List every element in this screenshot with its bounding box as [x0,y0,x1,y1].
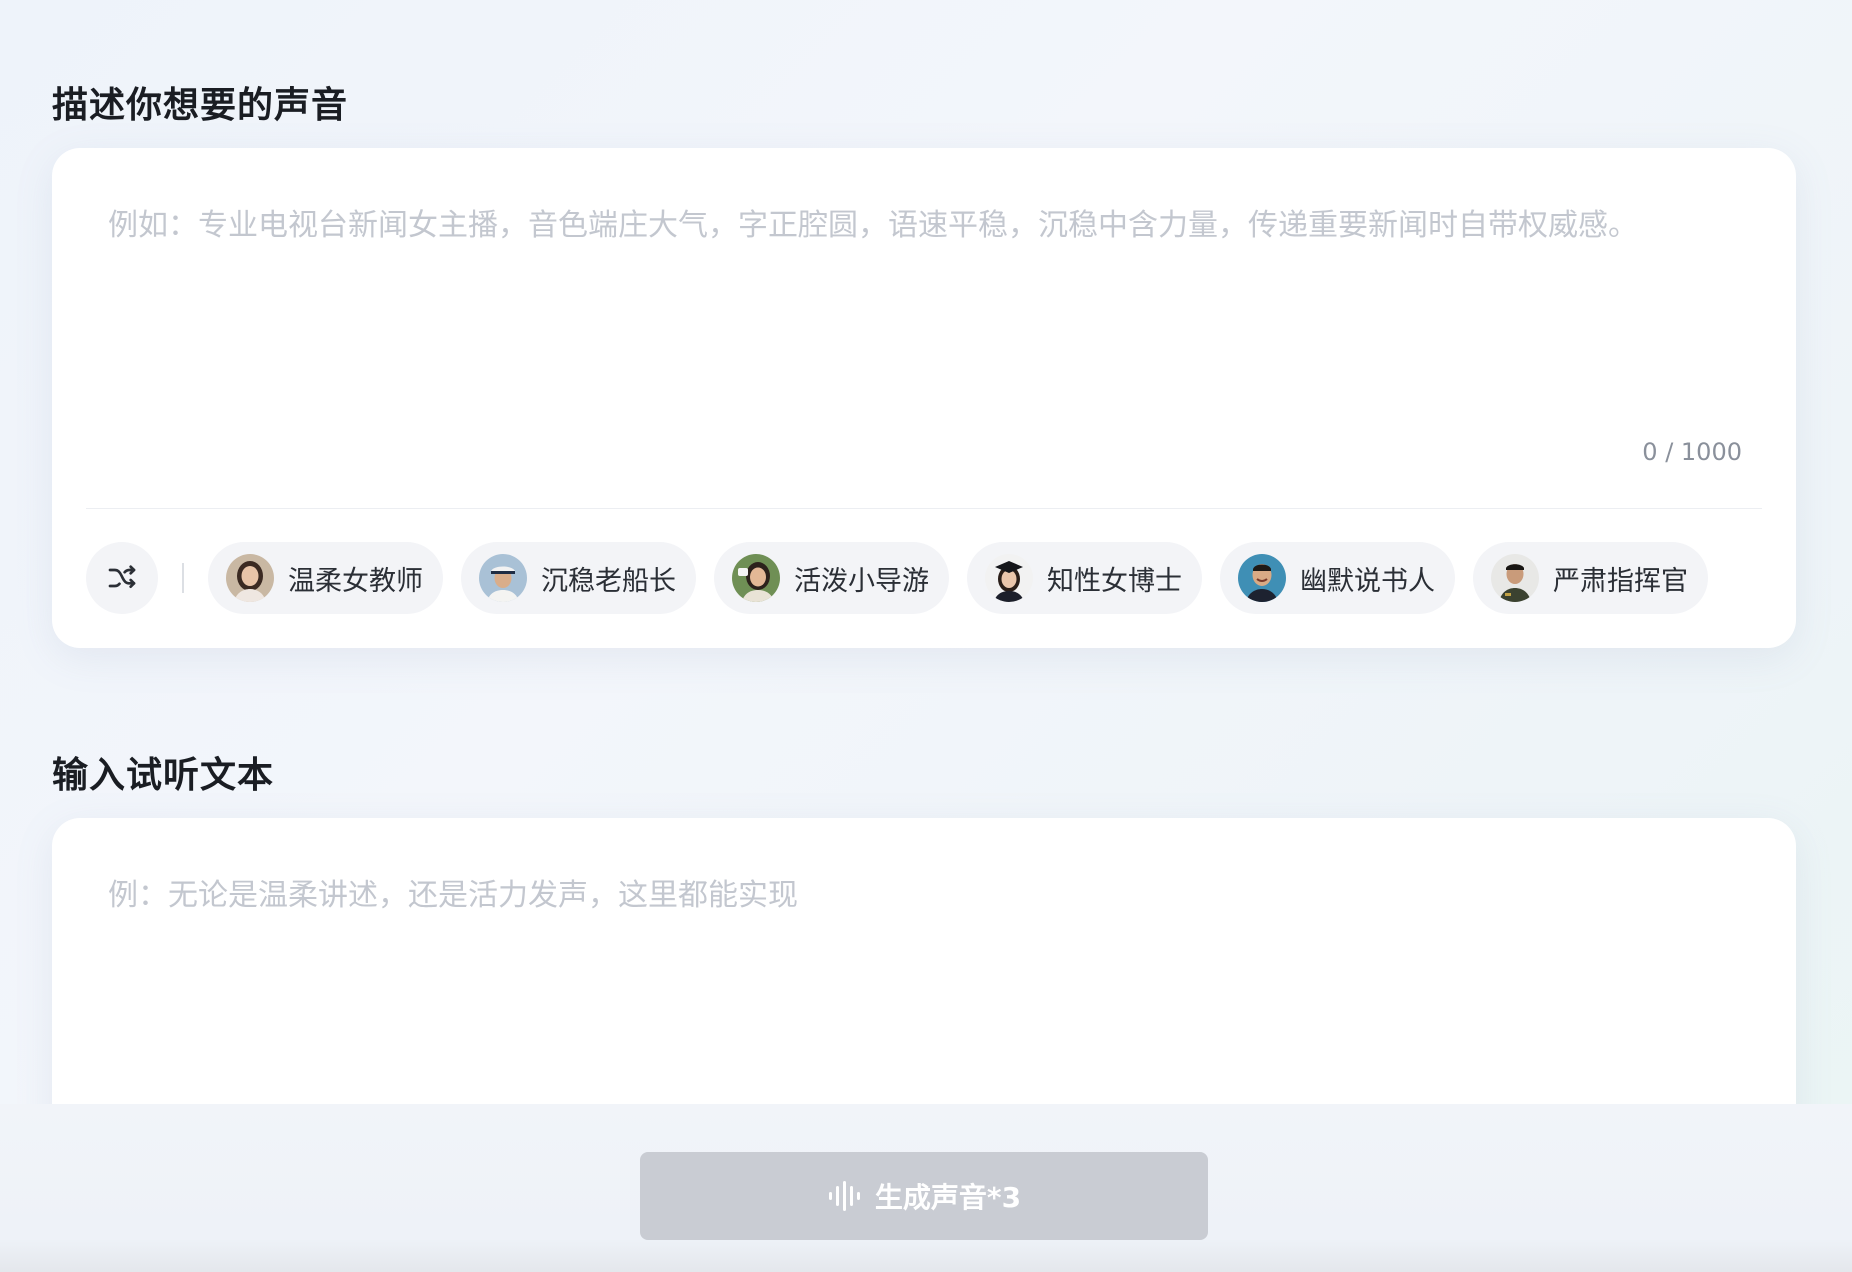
shuffle-button[interactable] [86,542,158,614]
soundwave-icon [828,1181,860,1211]
generate-button-label: 生成声音*3 [874,1181,1022,1214]
voice-description-card: 例如：专业电视台新闻女主播，音色端庄大气，字正腔圆，语速平稳，沉稳中含力量，传递… [52,148,1796,648]
avatar-tour-guide-icon [732,554,780,602]
preview-section-title: 输入试听文本 [52,755,275,796]
preset-chip-storyteller[interactable]: 幽默说书人 [1220,542,1455,614]
describe-section-title: 描述你想要的声音 [52,85,349,126]
chip-separator [182,563,184,593]
shuffle-icon [108,565,136,588]
generate-voice-button[interactable]: 生成声音*3 [640,1152,1208,1240]
avatar-commander-icon [1491,554,1539,602]
chip-label: 温柔女教师 [288,565,423,597]
chip-label: 幽默说书人 [1300,565,1435,597]
divider [86,508,1762,509]
chip-label: 活泼小导游 [794,565,929,597]
preset-chip-old-captain[interactable]: 沉稳老船长 [461,542,696,614]
chip-label: 严肃指挥官 [1553,565,1688,597]
chip-label: 知性女博士 [1047,565,1182,597]
avatar-old-captain-icon [479,554,527,602]
avatar-storyteller-icon [1238,554,1286,602]
avatar-female-doctor-icon [985,554,1033,602]
voice-description-input[interactable]: 例如：专业电视台新闻女主播，音色端庄大气，字正腔圆，语速平稳，沉稳中含力量，传递… [108,200,1638,244]
preset-chip-gentle-teacher[interactable]: 温柔女教师 [208,542,443,614]
preset-chip-tour-guide[interactable]: 活泼小导游 [714,542,949,614]
preset-chip-row: 温柔女教师 沉稳老船长 活泼小导游 知性女博士 幽默说书人 严肃指挥官 [86,542,1726,614]
avatar-gentle-teacher-icon [226,554,274,602]
preset-chip-commander[interactable]: 严肃指挥官 [1473,542,1708,614]
character-counter: 0 / 1000 [1642,438,1742,466]
chip-label: 沉稳老船长 [541,565,676,597]
preset-chip-female-doctor[interactable]: 知性女博士 [967,542,1202,614]
preview-text-input[interactable]: 例：无论是温柔讲述，还是活力发声，这里都能实现 [108,870,798,914]
